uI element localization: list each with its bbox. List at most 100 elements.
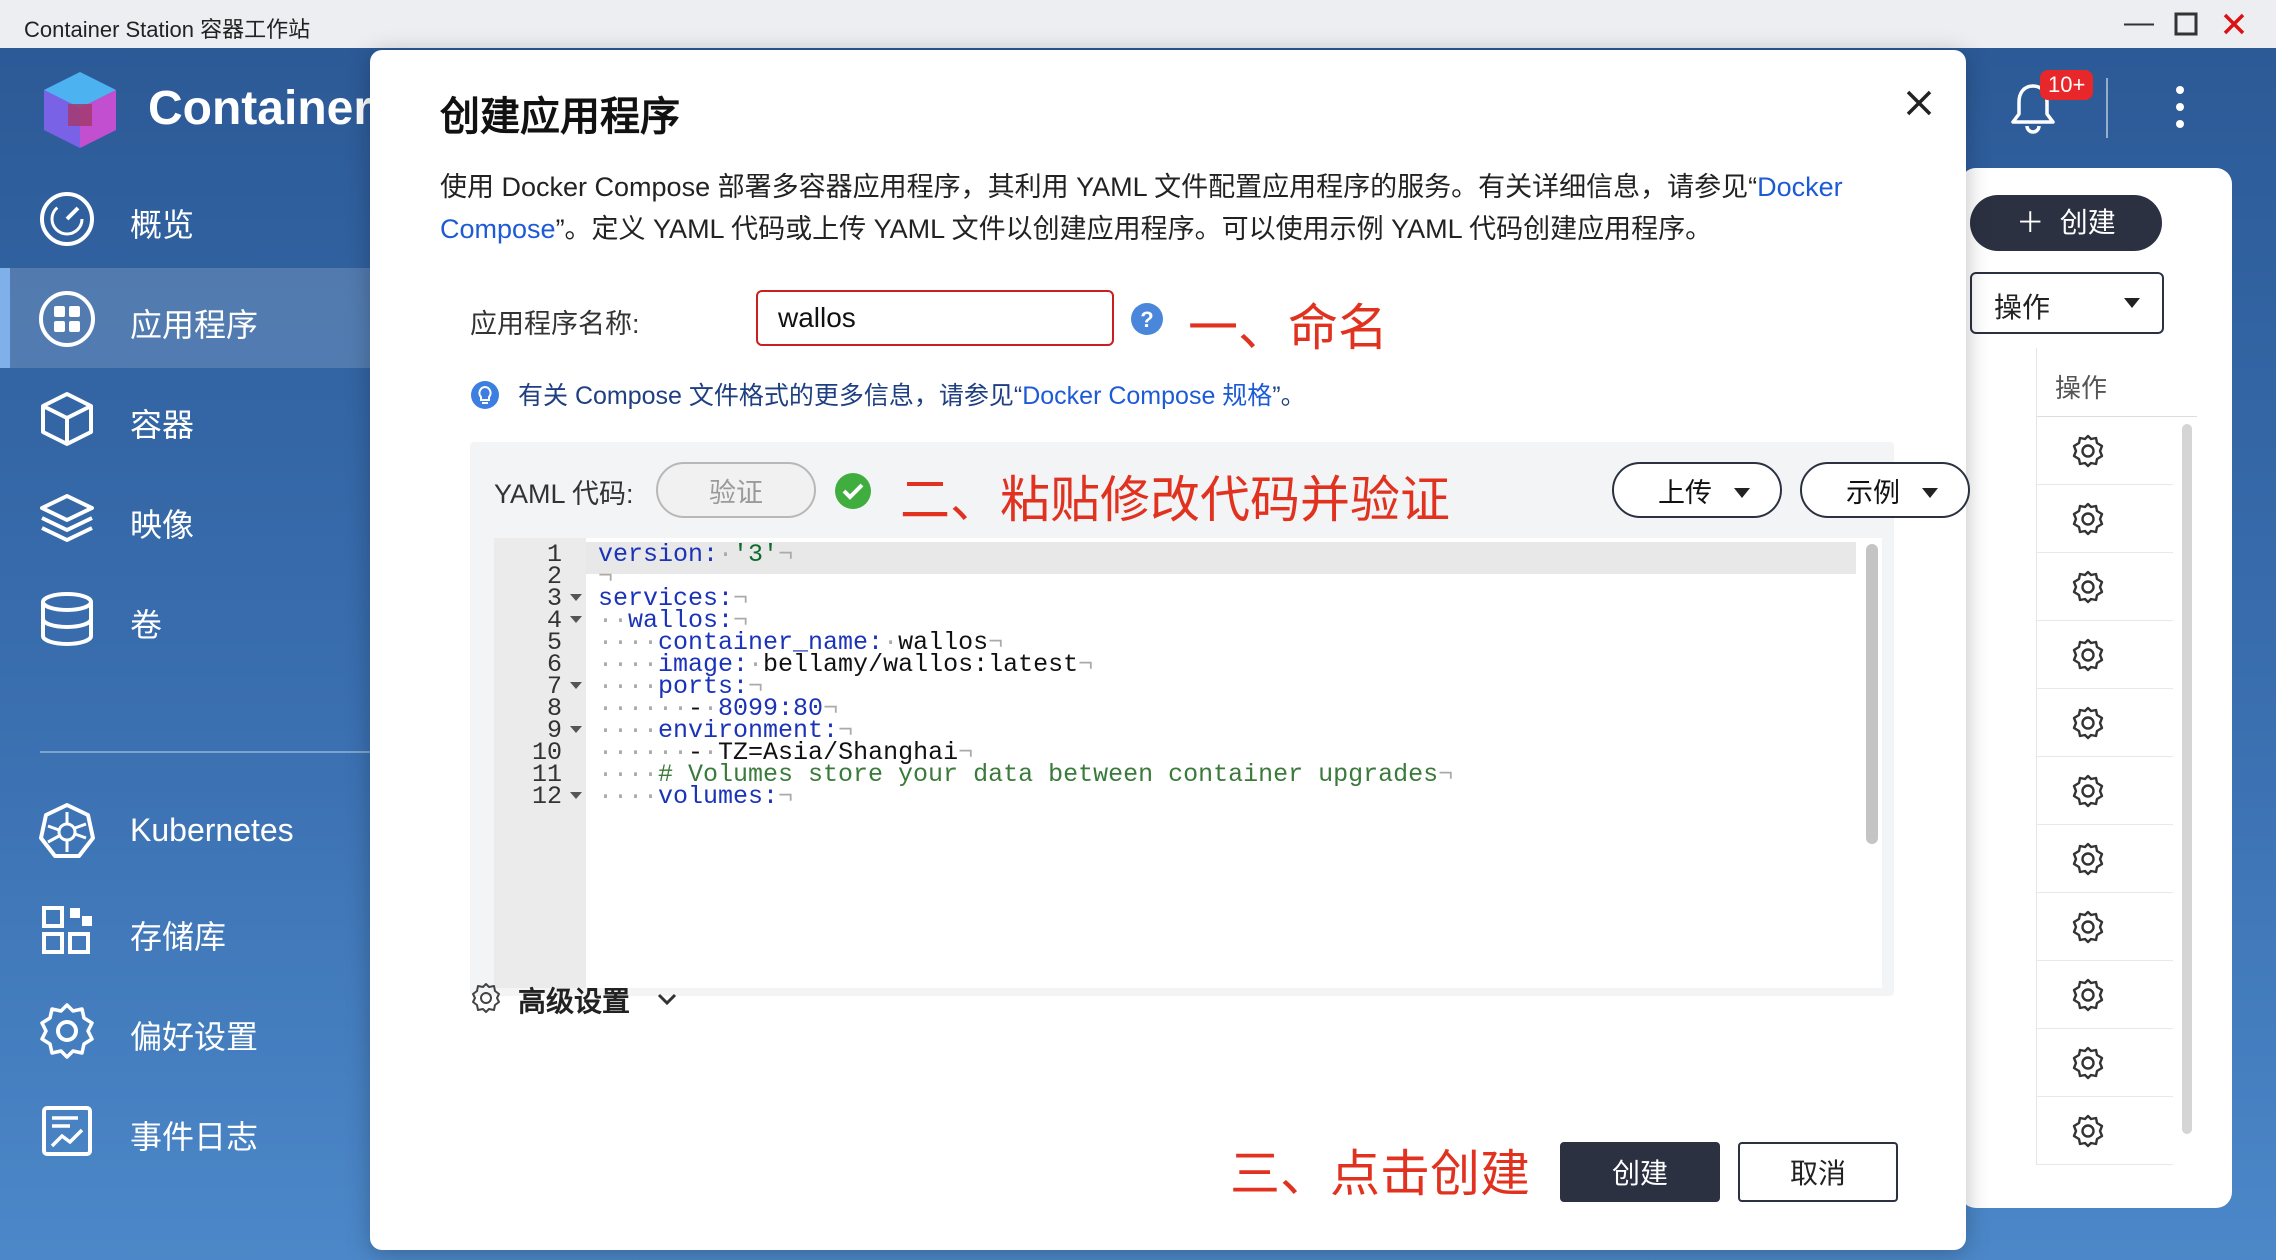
volume-database-icon xyxy=(41,592,93,646)
sidebar-item-label: 概览 xyxy=(130,207,195,243)
yaml-code-editor[interactable]: 1 2 3 4 5 6 7 8 9 10 11 12 version:·'3'¬ ¬ services… xyxy=(494,538,1882,988)
event-log-chart-icon xyxy=(42,1106,92,1156)
gear-icon[interactable] xyxy=(2071,842,2105,876)
fold-toggle-icon[interactable] xyxy=(570,682,582,689)
editor-scrollbar[interactable] xyxy=(1866,544,1878,844)
table-row xyxy=(2036,620,2173,689)
annotation-step-3: 三、点击创建 xyxy=(1230,1146,1530,1202)
minimize-icon[interactable]: — xyxy=(2124,8,2154,38)
sidebar-item-overview[interactable]: 概览 xyxy=(0,168,370,268)
caret-down-icon xyxy=(2124,298,2140,308)
notification-badge: 10+ xyxy=(2040,70,2094,100)
sidebar-item-label: 映像 xyxy=(130,507,195,543)
sidebar-item-label: Kubernetes xyxy=(130,812,294,848)
create-app-button[interactable]: ＋ 创建 xyxy=(1970,195,2162,251)
topbar-divider xyxy=(2106,78,2108,138)
gear-icon[interactable] xyxy=(2071,638,2105,672)
compose-spec-link[interactable]: Docker Compose 规格 xyxy=(1022,382,1272,410)
sidebar: Container 概览 应用程序 容器 映像 卷 Kubernetes 存储库… xyxy=(0,48,373,1260)
container-cube-icon xyxy=(41,392,93,446)
preferences-gear-icon xyxy=(40,1003,94,1059)
fold-toggle-icon[interactable] xyxy=(570,594,582,601)
cancel-button[interactable]: 取消 xyxy=(1738,1142,1898,1202)
table-row xyxy=(2036,1028,2173,1097)
kubernetes-wheel-icon xyxy=(39,803,95,858)
table-row xyxy=(2036,688,2173,757)
gear-icon[interactable] xyxy=(2071,706,2105,740)
table-row xyxy=(2036,892,2173,961)
table-row xyxy=(2036,756,2173,825)
close-icon[interactable] xyxy=(2222,8,2246,42)
operations-select-value: 操作 xyxy=(1994,292,2051,323)
sidebar-item-kubernetes[interactable]: Kubernetes xyxy=(0,780,370,880)
table-row xyxy=(2036,1096,2173,1165)
verify-button[interactable]: 验证 xyxy=(656,462,816,518)
gear-icon[interactable] xyxy=(2071,502,2105,536)
dialog-title: 创建应用程序 xyxy=(440,95,680,139)
help-question-icon[interactable]: ? xyxy=(1130,302,1164,336)
fold-toggle-icon[interactable] xyxy=(570,616,582,623)
brand-name: Container xyxy=(148,82,373,135)
upload-button[interactable]: 上传 xyxy=(1612,462,1782,518)
compose-spec-note: 有关 Compose 文件格式的更多信息，请参见“Docker Compose … xyxy=(518,382,1306,410)
apps-grid-icon xyxy=(39,291,95,347)
dashboard-gauge-icon xyxy=(40,192,94,246)
app-name-input[interactable] xyxy=(756,290,1114,346)
sidebar-item-label: 偏好设置 xyxy=(130,1019,259,1055)
gear-icon[interactable] xyxy=(2071,774,2105,808)
create-button[interactable]: 创建 xyxy=(1560,1142,1720,1202)
code-line-1: version:·'3'¬ xyxy=(598,540,794,569)
caret-down-icon xyxy=(1734,488,1750,498)
yaml-code-label: YAML 代码: xyxy=(494,479,634,509)
lightbulb-info-icon xyxy=(471,381,499,409)
annotation-step-2: 二、粘贴修改代码并验证 xyxy=(900,472,1450,528)
gear-icon[interactable] xyxy=(2071,1046,2105,1080)
advanced-settings-gear-icon xyxy=(472,983,500,1013)
example-button[interactable]: 示例 xyxy=(1800,462,1970,518)
sidebar-item-event-log[interactable]: 事件日志 xyxy=(0,1080,370,1180)
kebab-menu-icon[interactable] xyxy=(2170,82,2190,132)
container-station-logo-icon xyxy=(44,72,116,148)
close-dialog-icon[interactable] xyxy=(1900,84,1938,122)
gear-icon[interactable] xyxy=(2071,434,2105,468)
fold-toggle-icon[interactable] xyxy=(570,792,582,799)
table-row xyxy=(2036,416,2173,485)
annotation-step-1: 一、命名 xyxy=(1188,300,1388,356)
advanced-settings-toggle[interactable]: 高级设置 xyxy=(518,980,630,1020)
panel-scrollbar[interactable] xyxy=(2182,424,2192,1134)
sidebar-item-label: 容器 xyxy=(130,407,195,443)
sidebar-item-label: 应用程序 xyxy=(130,307,259,343)
window-title-bar: Container Station 容器工作站 — xyxy=(0,0,2276,49)
sidebar-item-applications[interactable]: 应用程序 xyxy=(0,268,370,368)
sidebar-item-label: 事件日志 xyxy=(130,1119,259,1155)
sidebar-item-preferences[interactable]: 偏好设置 xyxy=(0,980,370,1080)
sidebar-divider xyxy=(40,751,370,753)
dialog-description: 使用 Docker Compose 部署多容器应用程序，其利用 YAML 文件配… xyxy=(440,172,1843,244)
sidebar-item-label: 卷 xyxy=(130,607,163,643)
table-row xyxy=(2036,484,2173,553)
yaml-section: YAML 代码: 验证 二、粘贴修改代码并验证 上传 示例 1234567891… xyxy=(470,442,1970,996)
caret-down-icon xyxy=(1922,488,1938,498)
sidebar-item-repository[interactable]: 存储库 xyxy=(0,880,370,980)
create-application-dialog: 创建应用程序 使用 Docker Compose 部署多容器应用程序，其利用 Y… xyxy=(370,50,1970,1250)
table-row xyxy=(2036,552,2173,621)
sidebar-item-containers[interactable]: 容器 xyxy=(0,368,370,468)
repository-blocks-icon xyxy=(42,906,92,954)
column-header-operations: 操作 xyxy=(2036,348,2197,417)
line-number: 12 xyxy=(531,782,562,811)
table-row xyxy=(2036,824,2173,893)
gear-icon[interactable] xyxy=(2071,978,2105,1012)
fold-toggle-icon[interactable] xyxy=(570,726,582,733)
app-name-label: 应用程序名称: xyxy=(470,309,640,339)
table-row xyxy=(2036,960,2173,1029)
chevron-down-icon[interactable] xyxy=(654,986,680,1012)
gear-icon[interactable] xyxy=(2071,570,2105,604)
layers-image-icon xyxy=(40,494,94,542)
maximize-icon[interactable] xyxy=(2174,8,2198,42)
gear-icon[interactable] xyxy=(2071,1114,2105,1148)
operations-select[interactable]: 操作 xyxy=(1970,272,2164,334)
sidebar-item-images[interactable]: 映像 xyxy=(0,468,370,568)
sidebar-item-volumes[interactable]: 卷 xyxy=(0,568,370,668)
gear-icon[interactable] xyxy=(2071,910,2105,944)
sidebar-item-label: 存储库 xyxy=(130,919,227,955)
